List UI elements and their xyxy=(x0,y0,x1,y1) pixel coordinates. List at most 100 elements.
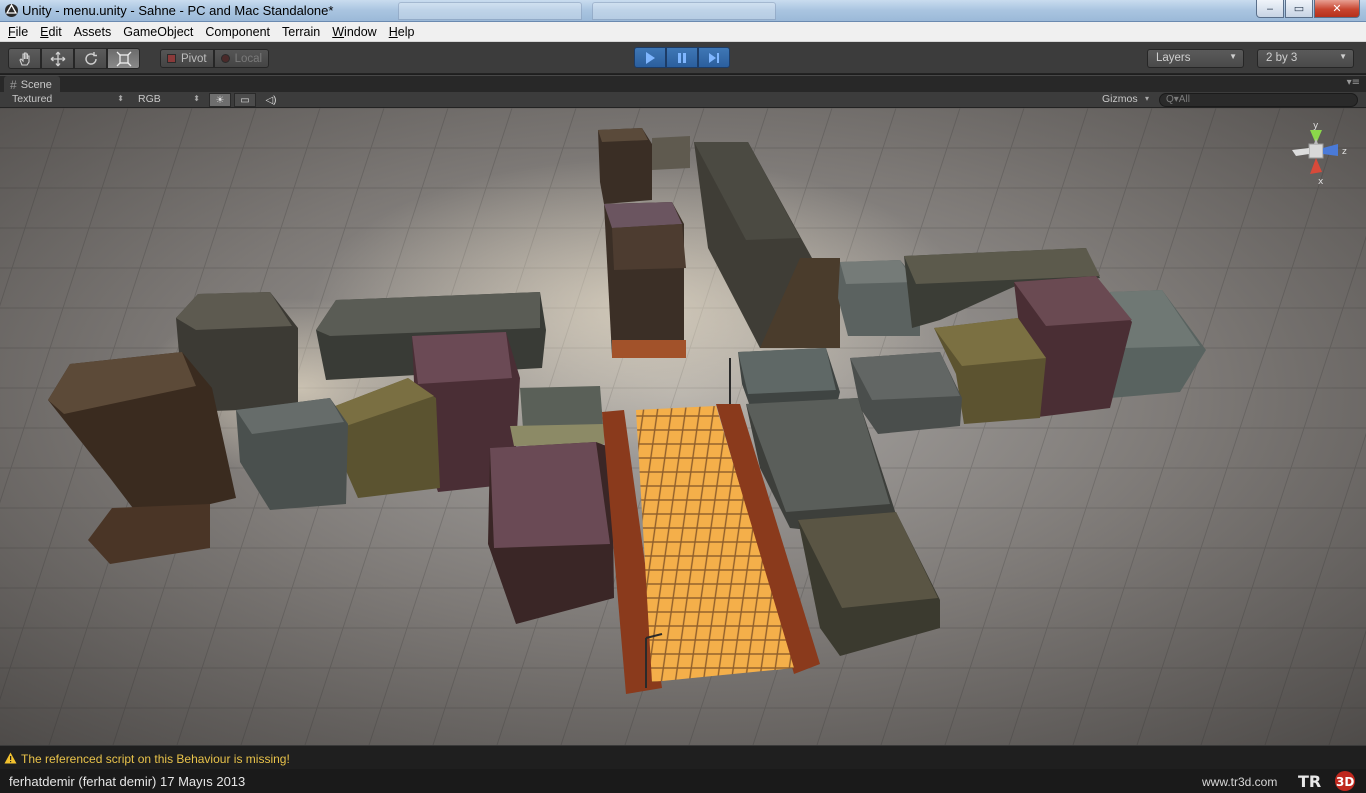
menu-mnemonic: E xyxy=(40,24,49,39)
hand-tool-button[interactable] xyxy=(8,48,41,69)
menu-mnemonic: F xyxy=(8,24,16,39)
image-icon: ▭ xyxy=(240,94,250,106)
gizmo-z-label: z xyxy=(1342,147,1347,157)
play-icon xyxy=(646,51,655,64)
credits-strip: ferhatdemir (ferhat demir) 17 Mayıs 2013… xyxy=(0,769,1366,793)
layers-dropdown[interactable]: Layers ▼ xyxy=(1147,49,1244,68)
menu-component[interactable]: Component xyxy=(199,25,276,39)
pivot-label: Pivot xyxy=(181,52,207,65)
pivot-swatch-icon xyxy=(167,54,176,63)
menu-file[interactable]: File xyxy=(2,25,34,39)
gizmo-y-label: y xyxy=(1313,121,1319,131)
step-icon xyxy=(709,52,719,63)
layout-dropdown[interactable]: 2 by 3 ▼ xyxy=(1257,49,1354,68)
menu-gameobject[interactable]: GameObject xyxy=(117,25,199,39)
menu-edit[interactable]: Edit xyxy=(34,25,68,39)
menu-label: dit xyxy=(48,24,62,39)
move-tool-button[interactable] xyxy=(41,48,74,69)
main-toolbar: Pivot Local Layers ▼ 2 by 3 ▼ xyxy=(0,42,1366,74)
menu-label: GameObject xyxy=(123,24,194,39)
layers-label: Layers xyxy=(1156,52,1191,64)
rotate-icon xyxy=(84,51,97,65)
scene-tab-bar: # Scene ▾≡ xyxy=(0,75,1366,93)
hand-icon xyxy=(18,51,30,66)
pause-button[interactable] xyxy=(666,47,698,68)
menu-terrain[interactable]: Terrain xyxy=(276,25,326,39)
scene-search-input[interactable]: Q▾All xyxy=(1159,93,1358,107)
panel-menu-icon[interactable]: ▾≡ xyxy=(1347,77,1360,88)
menu-help[interactable]: Help xyxy=(383,25,421,39)
chevron-down-icon: ▼ xyxy=(1339,52,1347,61)
menu-mnemonic: H xyxy=(388,24,398,39)
scale-tool-button[interactable] xyxy=(107,48,140,69)
step-button[interactable] xyxy=(698,47,730,68)
move-icon xyxy=(50,51,65,66)
render-mode-dropdown[interactable]: Textured ⬍ xyxy=(6,93,126,107)
gizmo-center-cube xyxy=(1308,143,1324,159)
menu-bar: File Edit Assets GameObject Component Te… xyxy=(0,22,1366,42)
menu-mnemonic: W xyxy=(332,24,345,39)
background-browser-tab xyxy=(592,2,776,20)
console-status-bar[interactable]: The referenced script on this Behaviour … xyxy=(0,745,1366,769)
close-button[interactable]: ✕ xyxy=(1314,0,1360,18)
local-swatch-icon xyxy=(220,54,230,63)
pivot-toggle-button[interactable]: Pivot xyxy=(160,49,214,68)
rotate-tool-button[interactable] xyxy=(74,48,107,69)
chevron-down-icon: ▾ xyxy=(1144,94,1149,103)
unity-editor-window: Unity - menu.unity - Sahne - PC and Mac … xyxy=(0,0,1366,793)
render-mode-value: Textured xyxy=(12,93,53,105)
scale-icon xyxy=(116,51,131,66)
chevron-down-icon: ▼ xyxy=(1229,52,1237,61)
layout-label: 2 by 3 xyxy=(1266,52,1298,64)
tab-scene[interactable]: # Scene xyxy=(4,76,60,93)
unity-logo-icon xyxy=(5,3,18,17)
gizmo-x-label: x xyxy=(1318,177,1324,187)
grid-icon: # xyxy=(10,78,17,92)
neg-x-axis-cone xyxy=(1292,148,1309,156)
menu-label: Component xyxy=(205,24,271,39)
scene-render xyxy=(0,108,1366,745)
sun-icon: ☀ xyxy=(215,94,225,106)
orientation-gizmo[interactable]: y z x xyxy=(1284,118,1358,198)
scene-viewport[interactable]: y z x xyxy=(0,108,1366,745)
warning-icon xyxy=(4,752,17,764)
maximize-button[interactable]: ▭ xyxy=(1285,0,1313,18)
color-mode-value: RGB xyxy=(138,93,161,105)
play-button[interactable] xyxy=(634,47,666,68)
updown-arrow-icon: ⬍ xyxy=(193,94,200,103)
building xyxy=(510,386,604,446)
building xyxy=(604,202,686,358)
scene-lighting-toggle[interactable]: ☀ xyxy=(209,93,231,107)
speaker-icon: ◁) xyxy=(265,94,277,106)
scene-skybox-toggle[interactable]: ▭ xyxy=(234,93,256,107)
menu-window[interactable]: Window xyxy=(326,25,382,39)
play-controls xyxy=(634,47,730,68)
z-axis-cone xyxy=(1323,144,1338,156)
tr3d-logo: TR 3D xyxy=(1298,771,1355,791)
window-title: Unity - menu.unity - Sahne - PC and Mac … xyxy=(22,3,334,18)
local-label: Local xyxy=(234,52,263,65)
status-message: The referenced script on this Behaviour … xyxy=(21,752,290,766)
author-caption: ferhatdemir (ferhat demir) 17 Mayıs 2013 xyxy=(9,774,246,789)
window-controls: ‒ ▭ ✕ xyxy=(1255,0,1360,18)
menu-assets[interactable]: Assets xyxy=(68,25,118,39)
svg-text:3D: 3D xyxy=(1336,775,1354,789)
pivot-toggle-group: Pivot Local xyxy=(160,49,270,68)
updown-arrow-icon: ⬍ xyxy=(117,94,124,103)
menu-label: elp xyxy=(397,24,415,39)
color-mode-dropdown[interactable]: RGB ⬍ xyxy=(132,93,202,107)
scene-audio-toggle[interactable]: ◁) xyxy=(260,93,282,107)
minimize-button[interactable]: ‒ xyxy=(1256,0,1284,18)
background-browser-tab xyxy=(398,2,582,20)
local-toggle-button[interactable]: Local xyxy=(213,49,270,68)
scene-tab-label: Scene xyxy=(20,79,52,91)
site-url: www.tr3d.com xyxy=(1202,775,1278,789)
pause-icon xyxy=(678,52,686,63)
x-axis-cone xyxy=(1310,158,1322,174)
title-bar: Unity - menu.unity - Sahne - PC and Mac … xyxy=(0,0,1366,22)
menu-label: indow xyxy=(344,24,377,39)
building xyxy=(652,136,690,170)
svg-text:TR: TR xyxy=(1298,772,1321,791)
gizmos-dropdown[interactable]: Gizmos ▾ xyxy=(1096,93,1151,107)
menu-label: ile xyxy=(15,24,29,39)
